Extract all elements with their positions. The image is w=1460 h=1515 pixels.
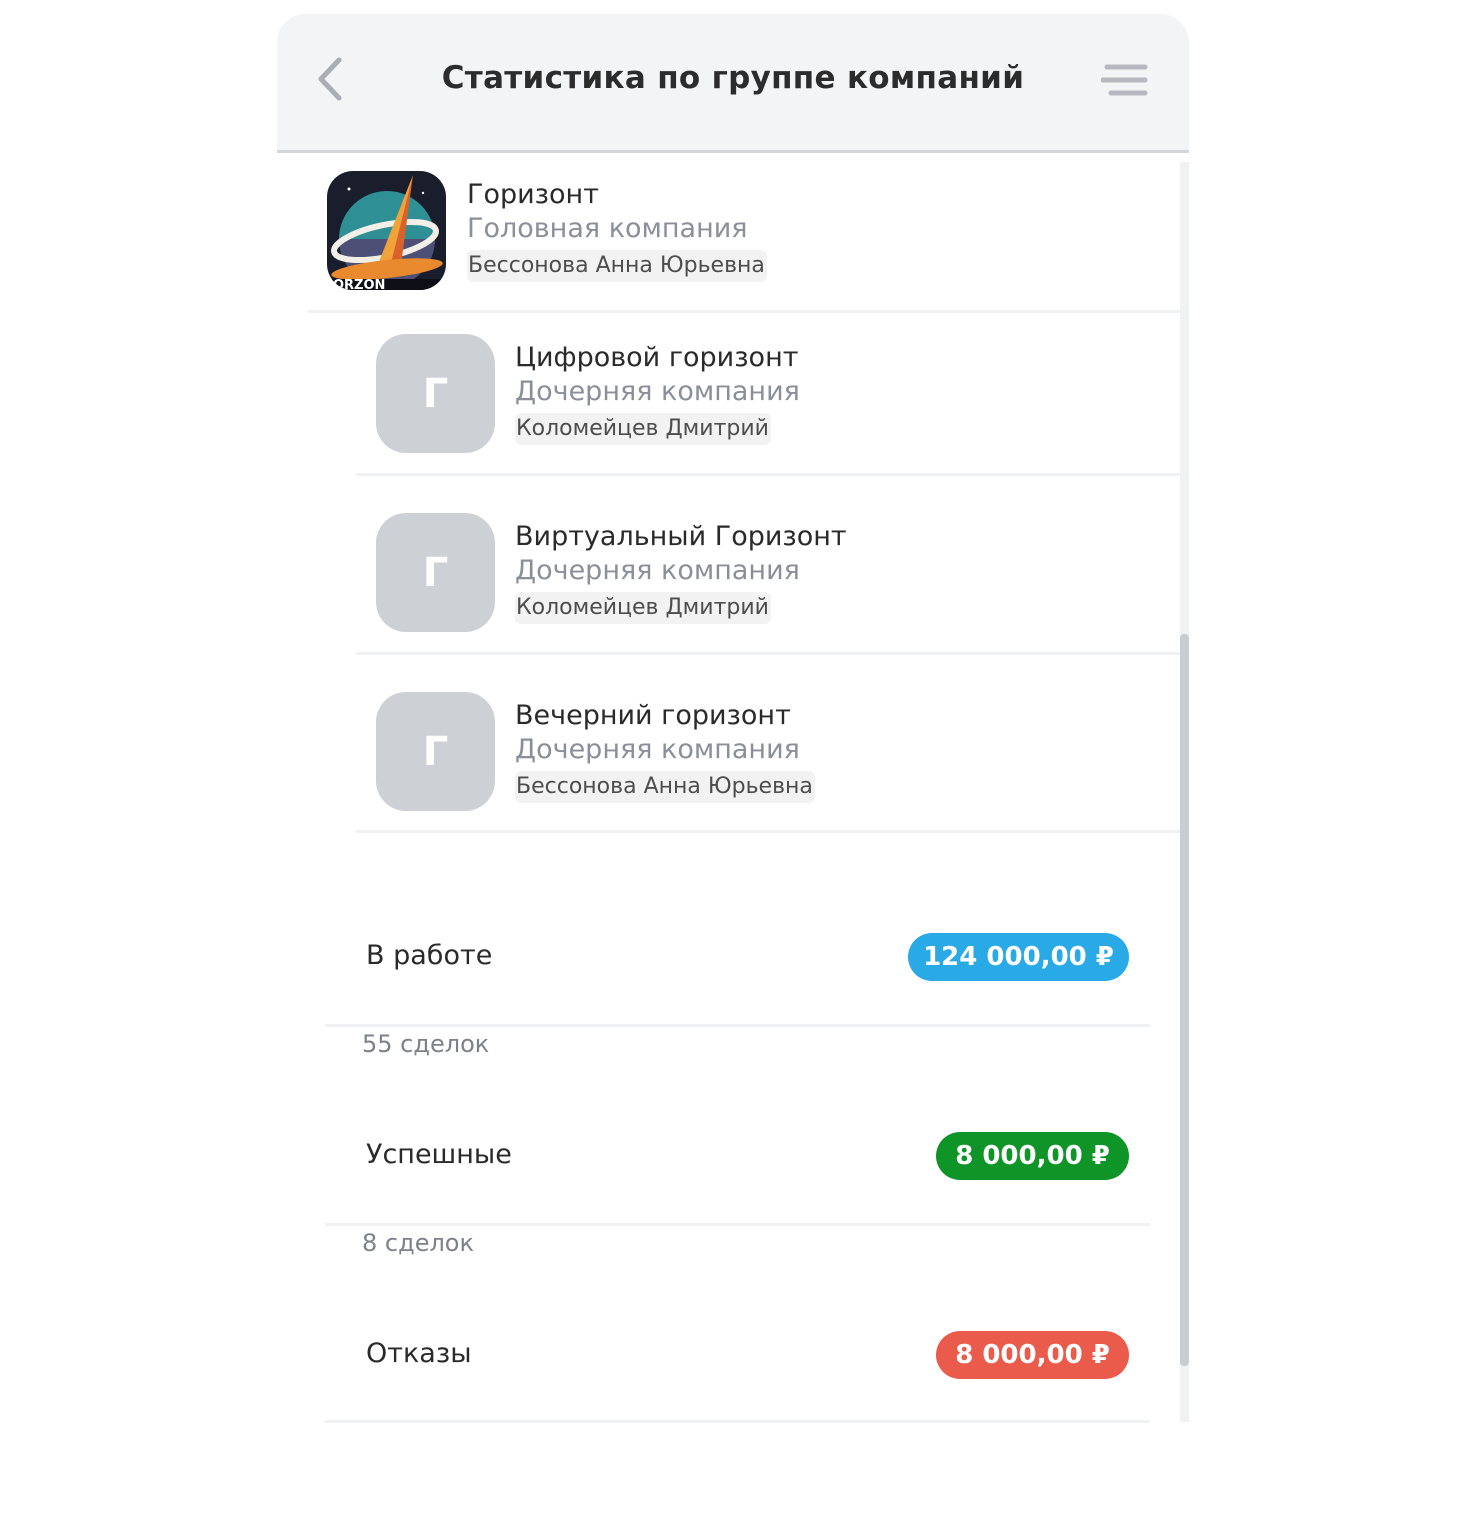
divider <box>325 1420 1150 1423</box>
stats-panel: Статистика по группе компаний ORZON Гори… <box>277 14 1189 1424</box>
divider <box>356 652 1180 655</box>
company-name: Горизонт <box>467 179 599 210</box>
company-avatar: Г <box>376 513 495 632</box>
company-type: Дочерняя компания <box>515 734 800 765</box>
company-owner: Бессонова Анна Юрьевна <box>515 771 815 803</box>
stat-label: Успешные <box>366 1139 512 1170</box>
scrollbar-thumb[interactable] <box>1180 634 1189 1366</box>
company-name: Цифровой горизонт <box>515 342 799 373</box>
divider <box>325 1024 1150 1027</box>
company-name: Виртуальный Горизонт <box>515 521 847 552</box>
horizon-logo: ORZON <box>327 171 446 290</box>
company-name: Вечерний горизонт <box>515 700 791 731</box>
company-type: Дочерняя компания <box>515 555 800 586</box>
company-owner: Коломейцев Дмитрий <box>515 592 771 624</box>
divider <box>356 473 1180 476</box>
company-avatar: Г <box>376 334 495 453</box>
divider <box>325 1223 1150 1226</box>
company-owner: Бессонова Анна Юрьевна <box>467 250 767 282</box>
header: Статистика по группе компаний <box>277 14 1189 153</box>
company-avatar: Г <box>376 692 495 811</box>
menu-button[interactable] <box>1100 62 1151 102</box>
amount-badge: 124 000,00 ₽ <box>908 933 1129 981</box>
menu-icon <box>1100 64 1148 96</box>
company-owner: Коломейцев Дмитрий <box>515 413 771 445</box>
stat-label: В работе <box>366 940 493 971</box>
divider <box>356 830 1180 833</box>
stat-label: Отказы <box>366 1338 472 1369</box>
page-title: Статистика по группе компаний <box>441 60 1025 96</box>
svg-text:ORZON: ORZON <box>333 278 385 290</box>
deal-count: 8 сделок <box>362 1229 474 1257</box>
deal-count: 55 сделок <box>362 1030 490 1058</box>
company-type: Дочерняя компания <box>515 376 800 407</box>
divider <box>308 310 1180 313</box>
amount-badge: 8 000,00 ₽ <box>936 1132 1129 1180</box>
company-type: Головная компания <box>467 213 748 244</box>
amount-badge: 8 000,00 ₽ <box>936 1331 1129 1379</box>
